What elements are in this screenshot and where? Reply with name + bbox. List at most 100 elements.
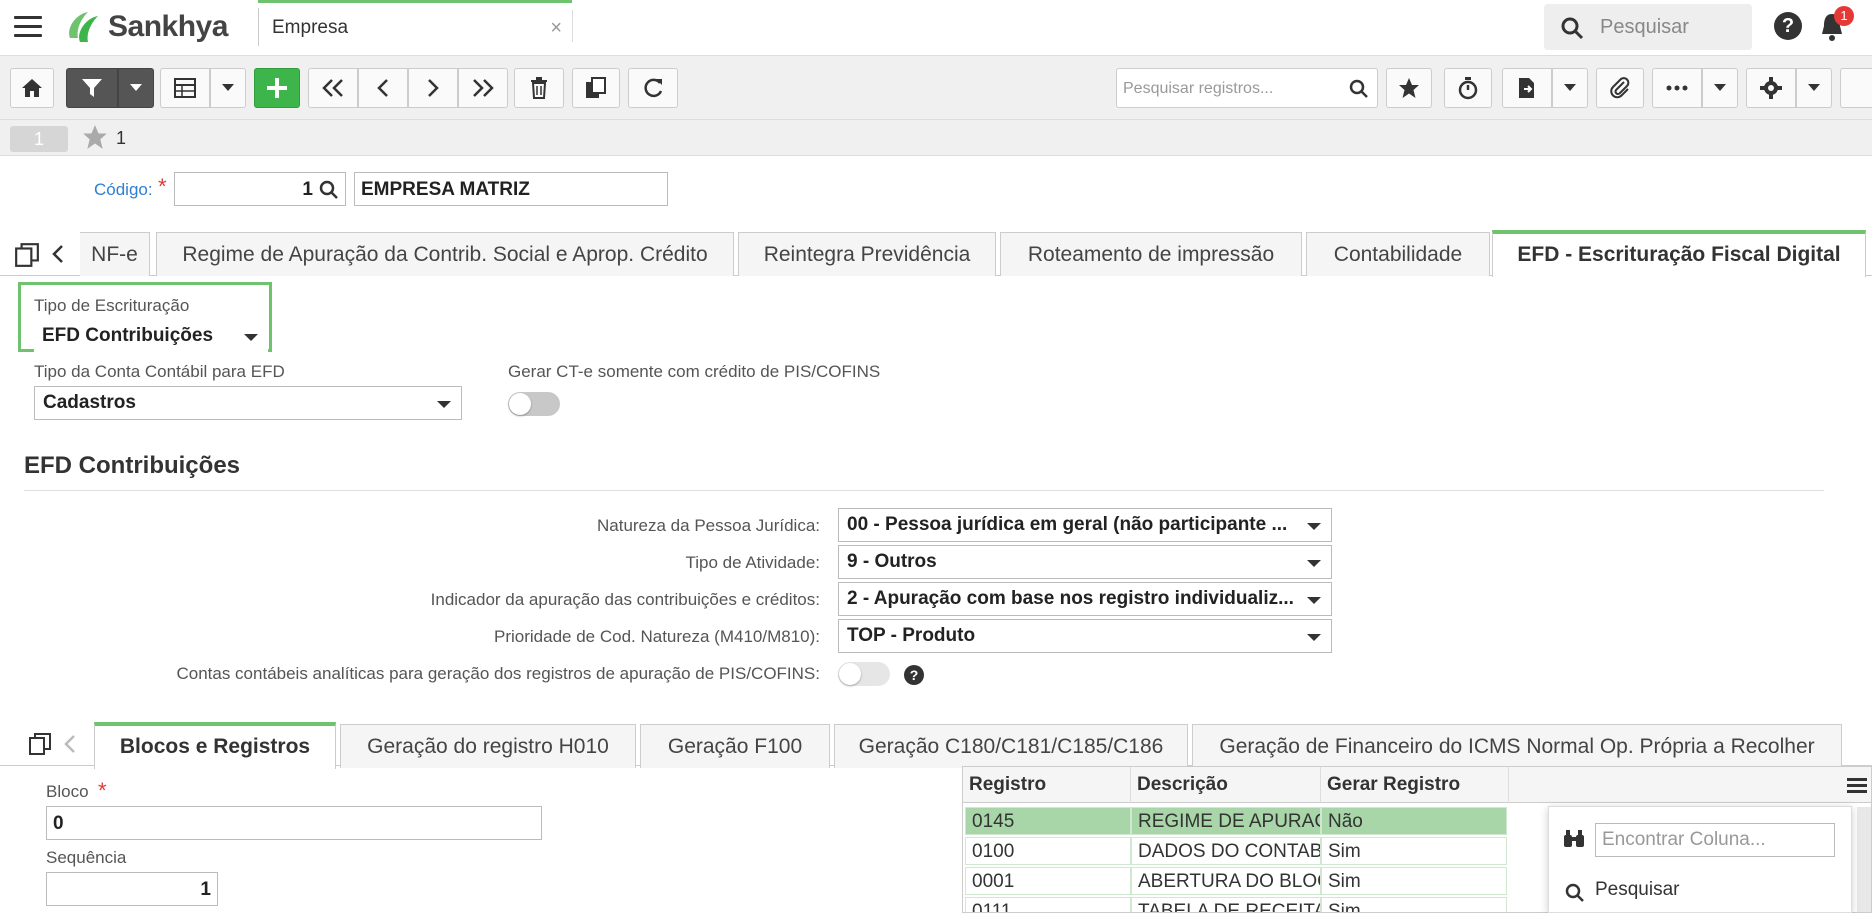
more-actions-button[interactable] (1652, 68, 1702, 108)
cell-registro[interactable]: 0111 (965, 897, 1131, 912)
search-icon[interactable] (1349, 79, 1369, 99)
tab-efd[interactable]: EFD - Escrituração Fiscal Digital (1492, 230, 1866, 277)
overflow-button[interactable] (1840, 68, 1872, 108)
top-header: Sankhya Empresa × Pesquisar ? 1 (0, 0, 1872, 56)
tipo-conta-select[interactable]: Cadastros (34, 386, 462, 420)
tab-contabilidade[interactable]: Contabilidade (1306, 232, 1490, 276)
settings-dropdown-button[interactable] (1796, 68, 1832, 108)
search-icon[interactable] (319, 180, 339, 200)
tab-nfe[interactable]: NF-e (80, 232, 150, 276)
last-record-button[interactable] (458, 68, 508, 108)
popup-search-option[interactable]: Pesquisar (1595, 879, 1680, 901)
natureza-select[interactable]: 00 - Pessoa jurídica em geral (não parti… (838, 508, 1332, 542)
timer-button[interactable] (1444, 68, 1492, 108)
subtab-f100[interactable]: Geração F100 (640, 724, 830, 768)
page-indicator[interactable]: 1 (10, 126, 68, 152)
sequencia-input[interactable]: 1 (46, 872, 218, 906)
previous-record-button[interactable] (358, 68, 408, 108)
copy-icon[interactable] (14, 242, 40, 268)
prioridade-select[interactable]: TOP - Produto (838, 619, 1332, 653)
cell-gerar[interactable]: Sim (1321, 897, 1507, 912)
indicador-select[interactable]: 2 - Apuração com base nos registro indiv… (838, 582, 1332, 616)
global-search-placeholder: Pesquisar (1600, 16, 1689, 38)
chevron-down-icon (1307, 597, 1321, 604)
duplicate-button[interactable] (572, 68, 620, 108)
record-nav-bar: 1 1 (0, 120, 1872, 156)
chevron-down-icon (1307, 560, 1321, 567)
copy-icon[interactable] (28, 732, 52, 756)
cell-gerar[interactable]: Sim (1321, 867, 1507, 895)
grid-view-button[interactable] (160, 68, 210, 108)
cell-registro[interactable]: 0001 (965, 867, 1131, 895)
chevron-left-icon[interactable] (52, 244, 64, 264)
column-header-registro[interactable]: Registro (963, 767, 1131, 803)
gerar-cte-toggle[interactable] (508, 392, 560, 416)
toolbar: Pesquisar registros... (0, 56, 1872, 120)
delete-button[interactable] (514, 68, 564, 108)
natureza-label: Natureza da Pessoa Jurídica: (596, 516, 820, 535)
cell-registro[interactable]: 0100 (965, 837, 1131, 865)
add-button[interactable] (254, 68, 300, 108)
subtab-financeiro-icms[interactable]: Geração de Financeiro do ICMS Normal Op.… (1192, 724, 1842, 768)
column-header-gerar[interactable]: Gerar Registro (1321, 767, 1509, 803)
app-tab-empresa[interactable]: Empresa × (258, 0, 572, 56)
menu-icon[interactable] (14, 16, 42, 38)
subtab-h010[interactable]: Geração do registro H010 (340, 724, 636, 768)
tab-regime-apuracao[interactable]: Regime de Apuração da Contrib. Social e … (156, 232, 734, 276)
grid-scrollbar[interactable] (1857, 807, 1871, 912)
help-icon[interactable]: ? (904, 665, 924, 685)
star-icon[interactable] (82, 124, 108, 150)
cell-descricao[interactable]: DADOS DO CONTABILISTA (1131, 837, 1321, 865)
cell-descricao[interactable]: REGIME DE APURAÇÃO (1131, 807, 1321, 835)
atividade-select[interactable]: 9 - Outros (838, 545, 1332, 579)
next-record-button[interactable] (408, 68, 458, 108)
filter-dropdown-button[interactable] (118, 68, 154, 108)
cell-registro[interactable]: 0145 (965, 807, 1131, 835)
gear-icon (1760, 77, 1782, 99)
chevron-down-icon (1307, 523, 1321, 530)
chevron-left-icon[interactable] (64, 734, 76, 754)
attachment-button[interactable] (1596, 68, 1644, 108)
grid-view-dropdown-button[interactable] (210, 68, 246, 108)
tab-roteamento[interactable]: Roteamento de impressão (1000, 232, 1302, 276)
favorite-button[interactable] (1386, 68, 1432, 108)
empresa-description-field: EMPRESA MATRIZ (354, 172, 668, 206)
chevron-down-icon (437, 401, 451, 408)
atividade-value: 9 - Outros (847, 551, 937, 572)
export-dropdown-button[interactable] (1552, 68, 1588, 108)
search-icon (1565, 883, 1584, 902)
chevron-down-icon (130, 84, 142, 91)
home-button[interactable] (10, 68, 54, 108)
chevron-left-icon (377, 79, 388, 97)
subtab-blocos-registros[interactable]: Blocos e Registros (94, 722, 336, 769)
notification-badge: 1 (1834, 6, 1854, 26)
cell-gerar[interactable]: Não (1321, 807, 1507, 835)
close-icon[interactable]: × (550, 17, 562, 40)
contas-toggle[interactable] (838, 662, 890, 686)
cell-descricao[interactable]: TABELA DE RECEITA (1131, 897, 1321, 912)
record-search-input[interactable]: Pesquisar registros... (1116, 68, 1378, 108)
refresh-button[interactable] (628, 68, 678, 108)
find-column-input[interactable]: Encontrar Coluna... (1595, 823, 1835, 857)
codigo-input[interactable]: 1 (174, 172, 346, 206)
cell-gerar[interactable]: Sim (1321, 837, 1507, 865)
column-header-descricao[interactable]: Descrição (1131, 767, 1321, 803)
tipo-escrituracao-select[interactable]: EFD Contribuições (34, 320, 268, 354)
bloco-input[interactable]: 0 (46, 806, 542, 840)
cell-descricao[interactable]: ABERTURA DO BLOCO (1131, 867, 1321, 895)
chevron-down-icon (222, 84, 234, 91)
export-button[interactable] (1502, 68, 1552, 108)
first-record-button[interactable] (308, 68, 358, 108)
subtab-c180[interactable]: Geração C180/C181/C185/C186 (834, 724, 1188, 768)
help-icon[interactable]: ? (1774, 12, 1802, 40)
more-actions-dropdown-button[interactable] (1702, 68, 1738, 108)
codigo-value: 1 (302, 179, 313, 200)
settings-button[interactable] (1746, 68, 1796, 108)
required-mark: * (158, 174, 167, 199)
filter-button[interactable] (66, 68, 118, 108)
trash-icon (531, 77, 547, 99)
column-menu-icon[interactable] (1847, 777, 1867, 795)
tab-reintegra[interactable]: Reintegra Previdência (738, 232, 996, 276)
global-search[interactable]: Pesquisar (1544, 4, 1752, 50)
star-icon (1399, 78, 1419, 98)
